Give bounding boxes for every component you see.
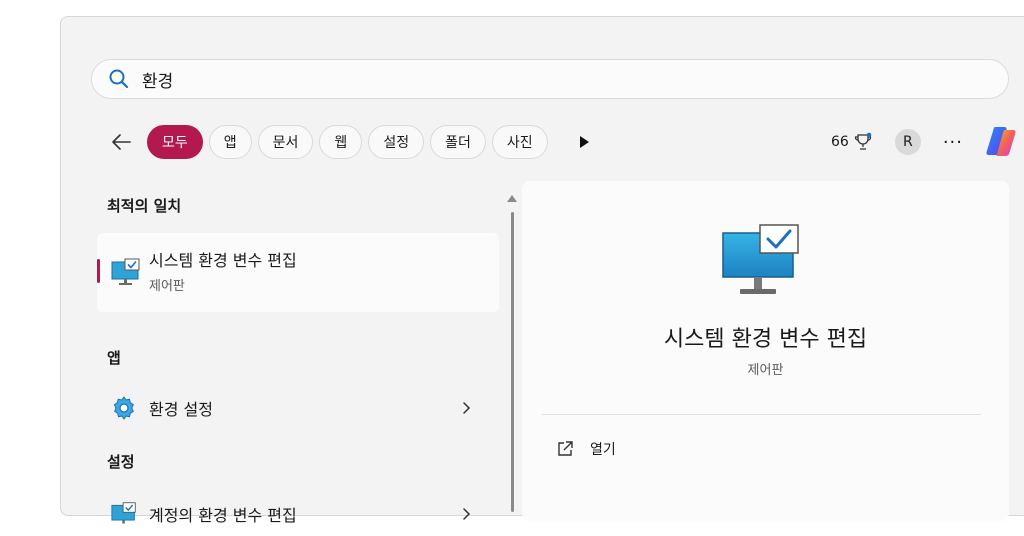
search-box[interactable] <box>91 59 1009 99</box>
rewards-points: 66 <box>831 134 849 150</box>
tab-settings[interactable]: 설정 <box>368 125 425 159</box>
scroll-up-arrow-icon[interactable] <box>507 195 517 202</box>
gear-icon <box>113 396 134 420</box>
open-action[interactable]: 열기 <box>556 439 616 459</box>
back-button[interactable] <box>101 124 141 160</box>
more-filters-play-icon[interactable] <box>576 134 592 150</box>
search-icon <box>109 69 129 89</box>
back-arrow-icon <box>112 134 131 150</box>
tab-documents[interactable]: 문서 <box>257 125 314 159</box>
scrollbar-thumb[interactable] <box>510 212 514 512</box>
open-label: 열기 <box>590 442 616 458</box>
start-search-window: 모두 앱 문서 웹 설정 폴더 사진 66 R ··· <box>60 16 1024 525</box>
settings-heading: 설정 <box>107 453 135 471</box>
detail-panel: 시스템 환경 변수 편집 제어판 열기 <box>522 181 1009 521</box>
system-monitor-icon <box>111 502 136 524</box>
divider <box>542 414 981 415</box>
copilot-icon[interactable] <box>983 124 1019 160</box>
tab-all[interactable]: 모두 <box>147 125 203 159</box>
header-actions: 66 R ··· <box>831 122 1019 162</box>
tab-photos[interactable]: 사진 <box>491 125 548 159</box>
tab-apps[interactable]: 앱 <box>208 125 252 159</box>
results-scrollbar[interactable] <box>506 195 518 525</box>
tab-web[interactable]: 웹 <box>319 125 363 159</box>
system-monitor-icon <box>111 258 140 285</box>
tab-folders[interactable]: 폴더 <box>430 125 486 159</box>
filter-bar: 모두 앱 문서 웹 설정 폴더 사진 <box>101 122 621 162</box>
best-match-title: 시스템 환경 변수 편집 <box>149 251 297 270</box>
chevron-right-icon[interactable] <box>459 401 473 415</box>
chevron-right-icon[interactable] <box>459 507 473 521</box>
trophy-icon[interactable] <box>853 132 873 152</box>
detail-title: 시스템 환경 변수 편집 <box>663 327 868 352</box>
list-item[interactable]: 계정의 환경 변수 편집 <box>97 492 499 536</box>
list-item-label: 환경 설정 <box>149 400 213 419</box>
system-monitor-icon <box>722 224 799 294</box>
more-options-icon[interactable]: ··· <box>943 132 963 153</box>
search-input[interactable] <box>140 68 944 90</box>
open-external-icon <box>558 441 573 456</box>
results-list: 최적의 일치 시스템 환경 변수 편집 제어판 앱 환경 설정 설정 계정의 환… <box>97 182 507 525</box>
list-item-label: 계정의 환경 변수 편집 <box>149 506 297 525</box>
selection-indicator <box>97 259 100 283</box>
list-item[interactable]: 환경 설정 <box>97 386 499 430</box>
best-match-item[interactable]: 시스템 환경 변수 편집 제어판 <box>97 233 499 312</box>
detail-subtitle: 제어판 <box>747 363 784 378</box>
best-match-subtitle: 제어판 <box>149 279 185 294</box>
apps-heading: 앱 <box>107 349 121 367</box>
best-match-heading: 최적의 일치 <box>107 197 182 215</box>
avatar[interactable]: R <box>894 129 921 155</box>
